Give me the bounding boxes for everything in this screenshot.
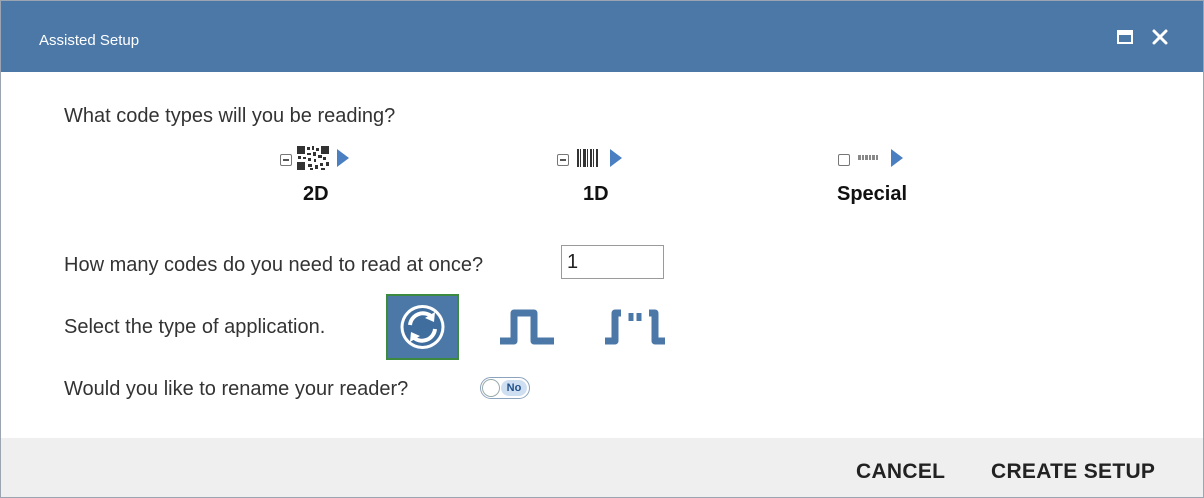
continuous-icon[interactable] (386, 294, 459, 360)
code-type-1d-expand-arrow[interactable] (609, 148, 623, 173)
rename-question: Would you like to rename your reader? (64, 378, 409, 400)
code-type-2d-checkbox[interactable] (280, 154, 292, 166)
barcode-icon (573, 145, 603, 176)
rename-toggle[interactable]: No (480, 377, 530, 399)
multi-trigger-icon[interactable] (603, 307, 669, 350)
code-type-1d: 1D (557, 145, 623, 205)
special-code-icon (854, 145, 884, 176)
cancel-button[interactable]: CANCEL (856, 460, 945, 484)
code-count-question: How many codes do you need to read at on… (64, 254, 484, 276)
close-icon[interactable] (1150, 27, 1170, 47)
application-type-question: Select the type of application. (64, 316, 326, 338)
code-type-special-expand-arrow[interactable] (890, 148, 904, 173)
qr-code-icon (296, 144, 330, 176)
dialog-title: Assisted Setup (39, 32, 140, 49)
toggle-knob (482, 379, 500, 397)
rename-toggle-label: No (501, 380, 527, 396)
code-type-special-checkbox[interactable] (838, 154, 850, 166)
maximize-icon[interactable] (1115, 27, 1135, 47)
code-type-special: Special (837, 145, 907, 205)
code-type-1d-label: 1D (583, 183, 609, 205)
code-type-1d-checkbox[interactable] (557, 154, 569, 166)
create-setup-button[interactable]: CREATE SETUP (991, 460, 1155, 484)
code-count-input[interactable] (561, 245, 664, 279)
title-bar: Assisted Setup (1, 1, 1203, 72)
code-type-2d: 2D (280, 144, 350, 205)
code-type-2d-label: 2D (303, 183, 329, 205)
code-type-special-label: Special (837, 183, 908, 205)
triggered-icon[interactable] (498, 307, 558, 350)
code-types-question: What code types will you be reading? (64, 105, 396, 127)
assisted-setup-dialog: Assisted Setup What code types will you … (0, 0, 1204, 498)
code-type-2d-expand-arrow[interactable] (336, 148, 350, 173)
dialog-footer: CANCEL CREATE SETUP (1, 438, 1203, 497)
